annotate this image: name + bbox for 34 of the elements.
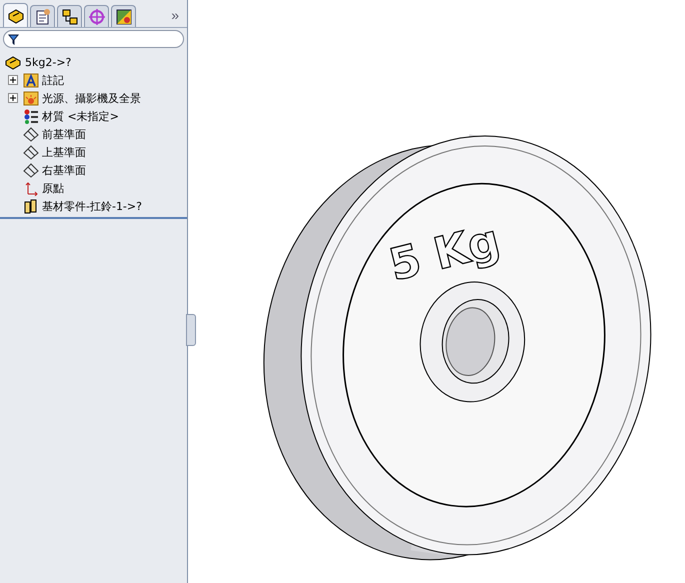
plane-icon	[23, 162, 39, 178]
panel-tab[interactable]	[57, 5, 82, 27]
base-part-icon	[23, 198, 39, 214]
panel-collapse-handle[interactable]	[186, 314, 196, 346]
plane-icon	[23, 144, 39, 160]
expand-icon[interactable]	[8, 75, 18, 85]
plane-icon	[23, 126, 39, 142]
tree-item[interactable]: 基材零件-扛鈴-1->?	[42, 198, 142, 214]
tree-item[interactable]: 5kg2->?	[25, 56, 72, 68]
panel-tab[interactable]	[3, 3, 28, 27]
filter-icon	[8, 34, 19, 44]
filter-field[interactable]	[3, 30, 184, 48]
tree-item[interactable]: 光源、攝影機及全景	[42, 90, 141, 106]
lights-folder-icon	[23, 90, 39, 106]
annotation-folder-icon	[23, 72, 39, 88]
panel-tab[interactable]	[111, 5, 136, 27]
plate-label: 5 Kg	[384, 214, 505, 292]
hierarchy-icon	[62, 8, 78, 24]
expand-icon[interactable]	[8, 93, 18, 103]
tree-item[interactable]: 右基準面	[42, 162, 86, 178]
tree-item[interactable]: 前基準面	[42, 126, 86, 142]
display-icon	[116, 8, 132, 24]
part-icon	[6, 8, 24, 24]
crosshair-icon	[88, 8, 104, 24]
tree-item[interactable]: 原點	[42, 180, 64, 196]
clipboard-icon	[34, 8, 50, 24]
panel-tab[interactable]	[30, 5, 55, 27]
material-icon	[23, 108, 39, 124]
tree-item[interactable]: 材質 <未指定>	[42, 108, 119, 124]
tree-item[interactable]: 註記	[42, 72, 64, 88]
tree-item[interactable]: 上基準面	[42, 144, 86, 160]
more-tabs-button[interactable]: »	[165, 7, 185, 27]
origin-icon	[23, 180, 39, 196]
part-icon	[4, 54, 22, 70]
